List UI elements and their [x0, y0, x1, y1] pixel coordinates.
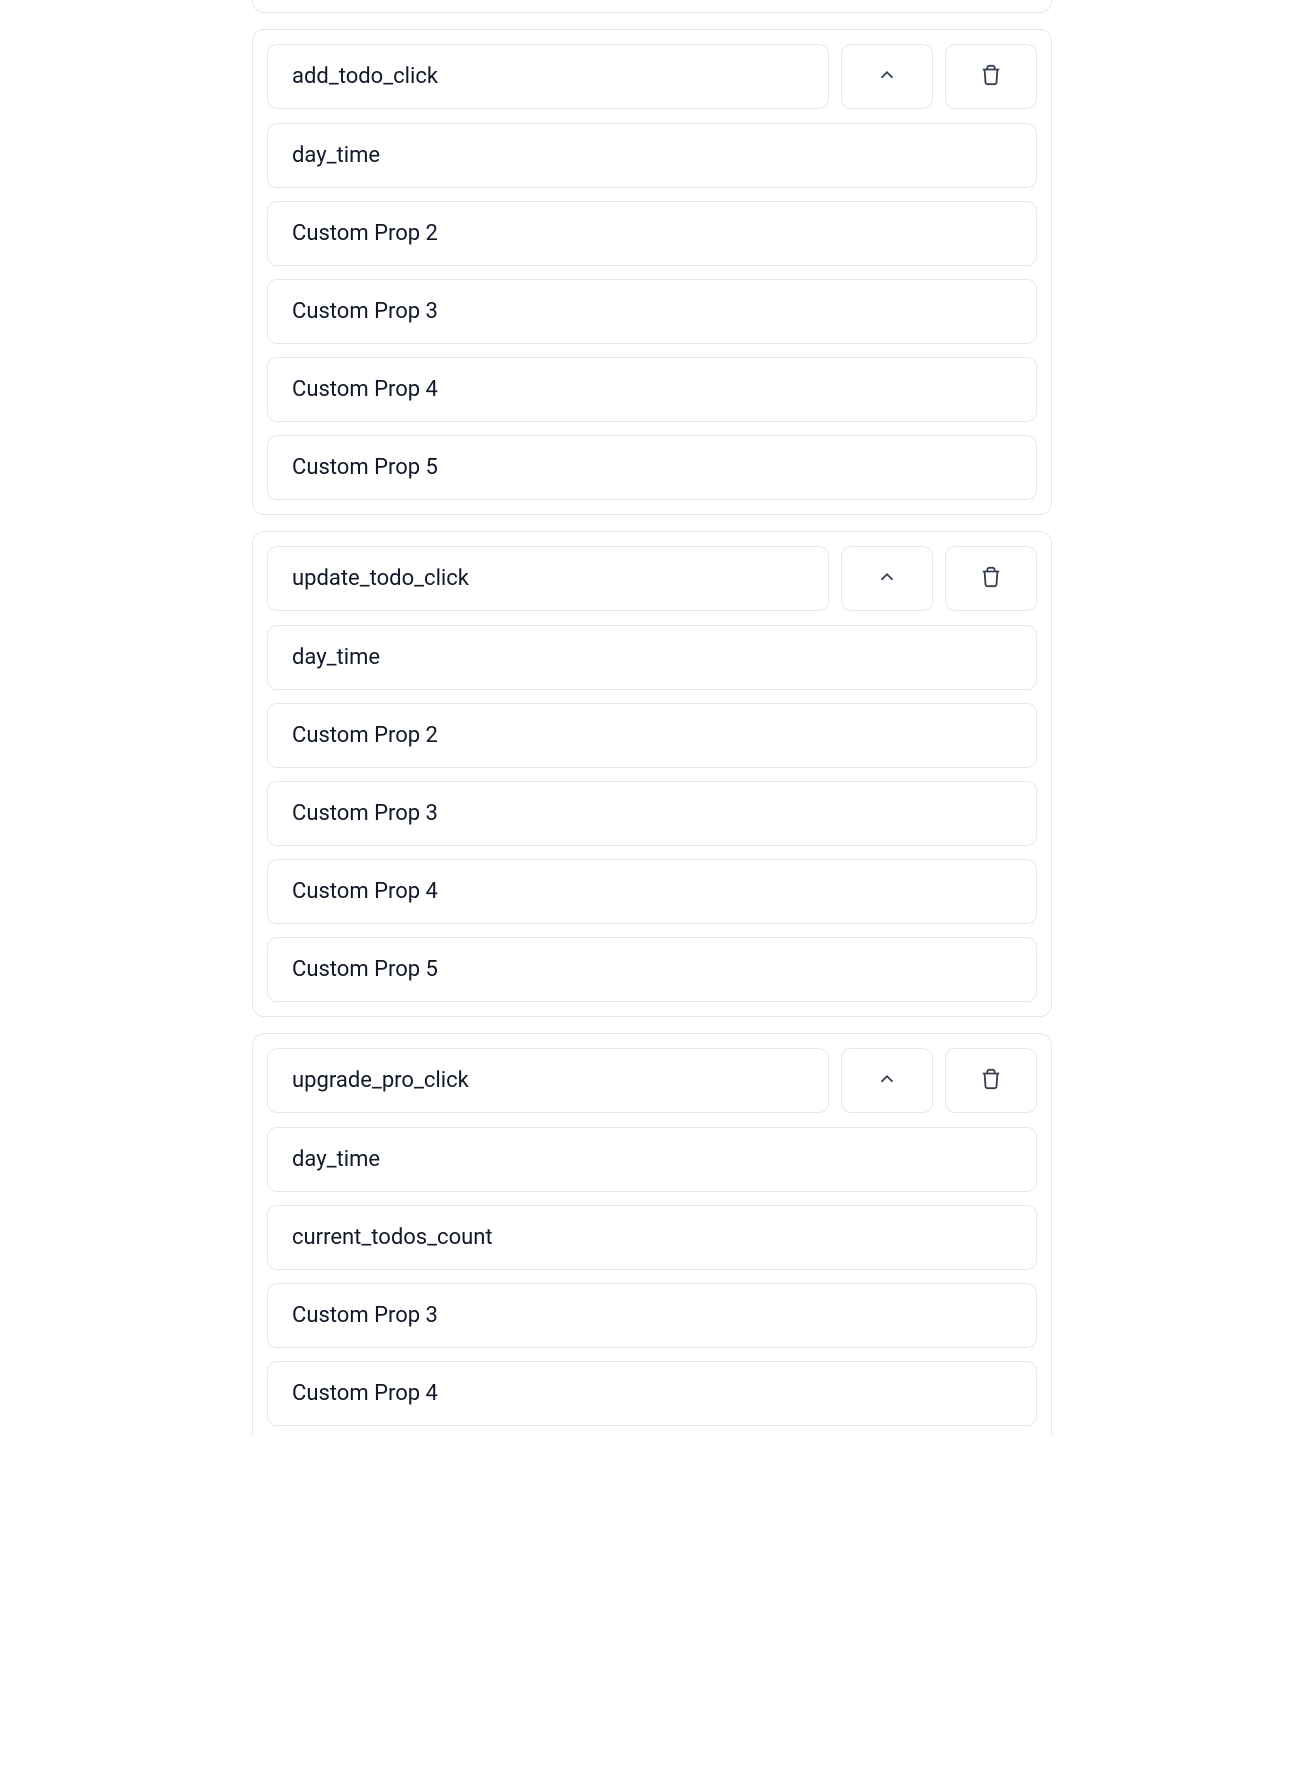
collapse-button[interactable] — [841, 546, 933, 611]
prop-input[interactable] — [267, 1205, 1037, 1270]
event-card — [252, 531, 1052, 1017]
trash-icon — [980, 566, 1002, 591]
prop-input[interactable] — [267, 1127, 1037, 1192]
prop-list — [267, 1127, 1037, 1426]
event-name-input[interactable] — [267, 546, 829, 611]
prop-input[interactable] — [267, 703, 1037, 768]
event-header — [267, 44, 1037, 109]
prop-input[interactable] — [267, 357, 1037, 422]
chevron-up-icon — [876, 64, 898, 89]
chevron-up-icon — [876, 1068, 898, 1093]
prop-input[interactable] — [267, 1283, 1037, 1348]
event-header — [267, 1048, 1037, 1113]
prop-input[interactable] — [267, 1361, 1037, 1426]
chevron-up-icon — [876, 566, 898, 591]
event-card — [252, 1033, 1052, 1436]
prop-input[interactable] — [267, 625, 1037, 690]
collapse-button[interactable] — [841, 44, 933, 109]
event-header — [267, 546, 1037, 611]
delete-button[interactable] — [945, 44, 1037, 109]
prop-list — [267, 123, 1037, 500]
prop-input[interactable] — [267, 859, 1037, 924]
trash-icon — [980, 64, 1002, 89]
delete-button[interactable] — [945, 546, 1037, 611]
event-card — [252, 29, 1052, 515]
delete-button[interactable] — [945, 1048, 1037, 1113]
prop-input[interactable] — [267, 937, 1037, 1002]
event-name-input[interactable] — [267, 44, 829, 109]
previous-card-edge — [252, 0, 1052, 13]
prop-input[interactable] — [267, 123, 1037, 188]
prop-input[interactable] — [267, 781, 1037, 846]
prop-input[interactable] — [267, 279, 1037, 344]
trash-icon — [980, 1068, 1002, 1093]
collapse-button[interactable] — [841, 1048, 933, 1113]
prop-list — [267, 625, 1037, 1002]
prop-input[interactable] — [267, 435, 1037, 500]
event-name-input[interactable] — [267, 1048, 829, 1113]
prop-input[interactable] — [267, 201, 1037, 266]
